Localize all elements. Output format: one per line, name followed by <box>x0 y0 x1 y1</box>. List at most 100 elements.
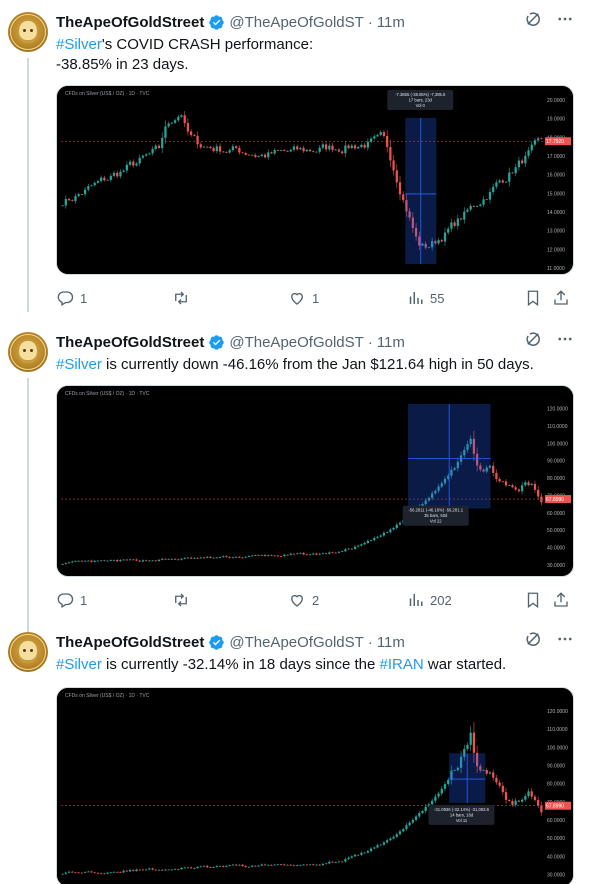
reply-button[interactable]: 1 <box>56 289 87 307</box>
bookmark-button[interactable] <box>524 289 542 307</box>
more-options-icon[interactable] <box>556 630 574 653</box>
candle-body <box>254 154 257 157</box>
candle-body <box>321 553 325 555</box>
grok-icon[interactable] <box>524 10 542 33</box>
candle-body <box>193 557 196 559</box>
candle-body <box>524 155 527 164</box>
display-name[interactable]: TheApeOfGoldStreet <box>56 14 204 31</box>
candle-body <box>193 135 196 136</box>
hashtag-link[interactable]: #Silver <box>56 356 102 373</box>
candle-body <box>257 865 260 867</box>
candle-body <box>238 148 241 153</box>
display-name[interactable]: TheApeOfGoldStreet <box>56 334 204 351</box>
avatar[interactable] <box>8 12 48 52</box>
candle-body <box>235 556 238 558</box>
candle-body <box>533 796 537 801</box>
candle-body <box>479 204 482 207</box>
hashtag-link[interactable]: #Silver <box>56 36 102 53</box>
candle-body <box>308 864 312 866</box>
tweet-actions: 1 2 202 <box>56 590 574 610</box>
avatar[interactable] <box>8 632 48 672</box>
candle-body <box>495 472 498 480</box>
price-axis-label: 19.0000 <box>547 117 565 123</box>
like-button[interactable]: 1 <box>288 289 319 307</box>
candle-body <box>157 869 161 871</box>
tweet[interactable]: TheApeOfGoldStreet @TheApeOfGoldST · 11m… <box>0 0 610 320</box>
candle-body <box>389 838 392 841</box>
handle[interactable]: @TheApeOfGoldST <box>229 334 363 351</box>
grok-icon[interactable] <box>524 330 542 353</box>
tweet-text: #Silver is currently -32.14% in 18 days … <box>56 655 576 675</box>
timestamp[interactable]: 11m <box>377 14 405 31</box>
candle-body <box>386 840 389 843</box>
tweet-header: TheApeOfGoldStreet @TheApeOfGoldST · 11m <box>56 12 405 32</box>
candle-body <box>520 485 524 492</box>
candle-body <box>251 154 254 156</box>
tweet-media-chart[interactable]: CFDs on Silver (US$ / OZ) · 1D · TVC 120.… <box>56 687 574 884</box>
candle-body <box>180 867 183 870</box>
candle-body <box>305 864 308 866</box>
reply-icon <box>57 291 74 306</box>
candle-body <box>402 194 405 201</box>
share-button[interactable] <box>552 591 570 609</box>
candle-body <box>209 556 212 558</box>
handle[interactable]: @TheApeOfGoldST <box>229 14 363 31</box>
candle-body <box>125 559 128 561</box>
handle[interactable]: @TheApeOfGoldST <box>229 634 363 651</box>
repost-button[interactable] <box>172 289 196 307</box>
candle-body <box>164 126 167 138</box>
separator-dot: · <box>367 633 373 651</box>
candle-body <box>96 560 100 562</box>
candle-body <box>517 489 521 492</box>
tweet-media-chart[interactable]: CFDs on Silver (US$ / OZ) · 1D · TVC 20.0… <box>56 85 574 275</box>
timestamp[interactable]: 11m <box>377 334 405 351</box>
candle-body <box>540 496 543 503</box>
views-button[interactable]: 55 <box>406 289 444 307</box>
candle-body <box>87 186 90 190</box>
candle-body <box>145 869 148 871</box>
candle-body <box>241 557 244 559</box>
hashtag-link[interactable]: #Silver <box>56 656 102 673</box>
verified-badge-icon <box>209 334 225 350</box>
candle-body <box>344 145 347 154</box>
candle-body <box>530 144 533 151</box>
candle-body <box>514 487 517 490</box>
repost-icon <box>175 593 187 607</box>
views-button[interactable]: 202 <box>406 591 452 609</box>
tweet[interactable]: TheApeOfGoldStreet @TheApeOfGoldST · 11m… <box>0 320 610 620</box>
grok-icon[interactable] <box>524 630 542 653</box>
hashtag-link[interactable]: #IRAN <box>380 656 424 673</box>
candle-body <box>492 772 495 778</box>
candle-body <box>437 240 440 244</box>
tweet-top-icons <box>524 630 574 653</box>
candle-body <box>103 177 106 181</box>
price-axis-label: 40.0000 <box>547 545 565 551</box>
tweet-media-chart[interactable]: CFDs on Silver (US$ / OZ) · 1D · TVC 120.… <box>56 385 574 577</box>
more-options-icon[interactable] <box>556 10 574 33</box>
bookmark-button[interactable] <box>524 591 542 609</box>
candle-body <box>514 800 517 805</box>
display-name[interactable]: TheApeOfGoldStreet <box>56 634 204 651</box>
candle-body <box>276 150 280 151</box>
timestamp[interactable]: 11m <box>377 634 405 651</box>
candle-body <box>151 868 154 870</box>
tweet[interactable]: TheApeOfGoldStreet @TheApeOfGoldST · 11m… <box>0 620 610 884</box>
reply-button[interactable]: 1 <box>56 591 87 609</box>
candle-body <box>122 870 125 873</box>
candle-body <box>328 552 331 554</box>
candle-body <box>206 865 209 868</box>
candle-body <box>299 552 302 554</box>
candle-body <box>459 218 463 220</box>
price-axis-label: 50.0000 <box>547 836 565 842</box>
candle-body <box>170 869 173 871</box>
candle-body <box>276 555 280 557</box>
candle-body <box>537 800 540 806</box>
like-button[interactable]: 2 <box>288 591 319 609</box>
more-options-icon[interactable] <box>556 330 574 353</box>
candle-body <box>524 796 527 800</box>
candle-body <box>128 161 132 165</box>
repost-button[interactable] <box>172 591 196 609</box>
avatar[interactable] <box>8 332 48 372</box>
share-button[interactable] <box>552 289 570 307</box>
candle-body <box>369 848 373 852</box>
